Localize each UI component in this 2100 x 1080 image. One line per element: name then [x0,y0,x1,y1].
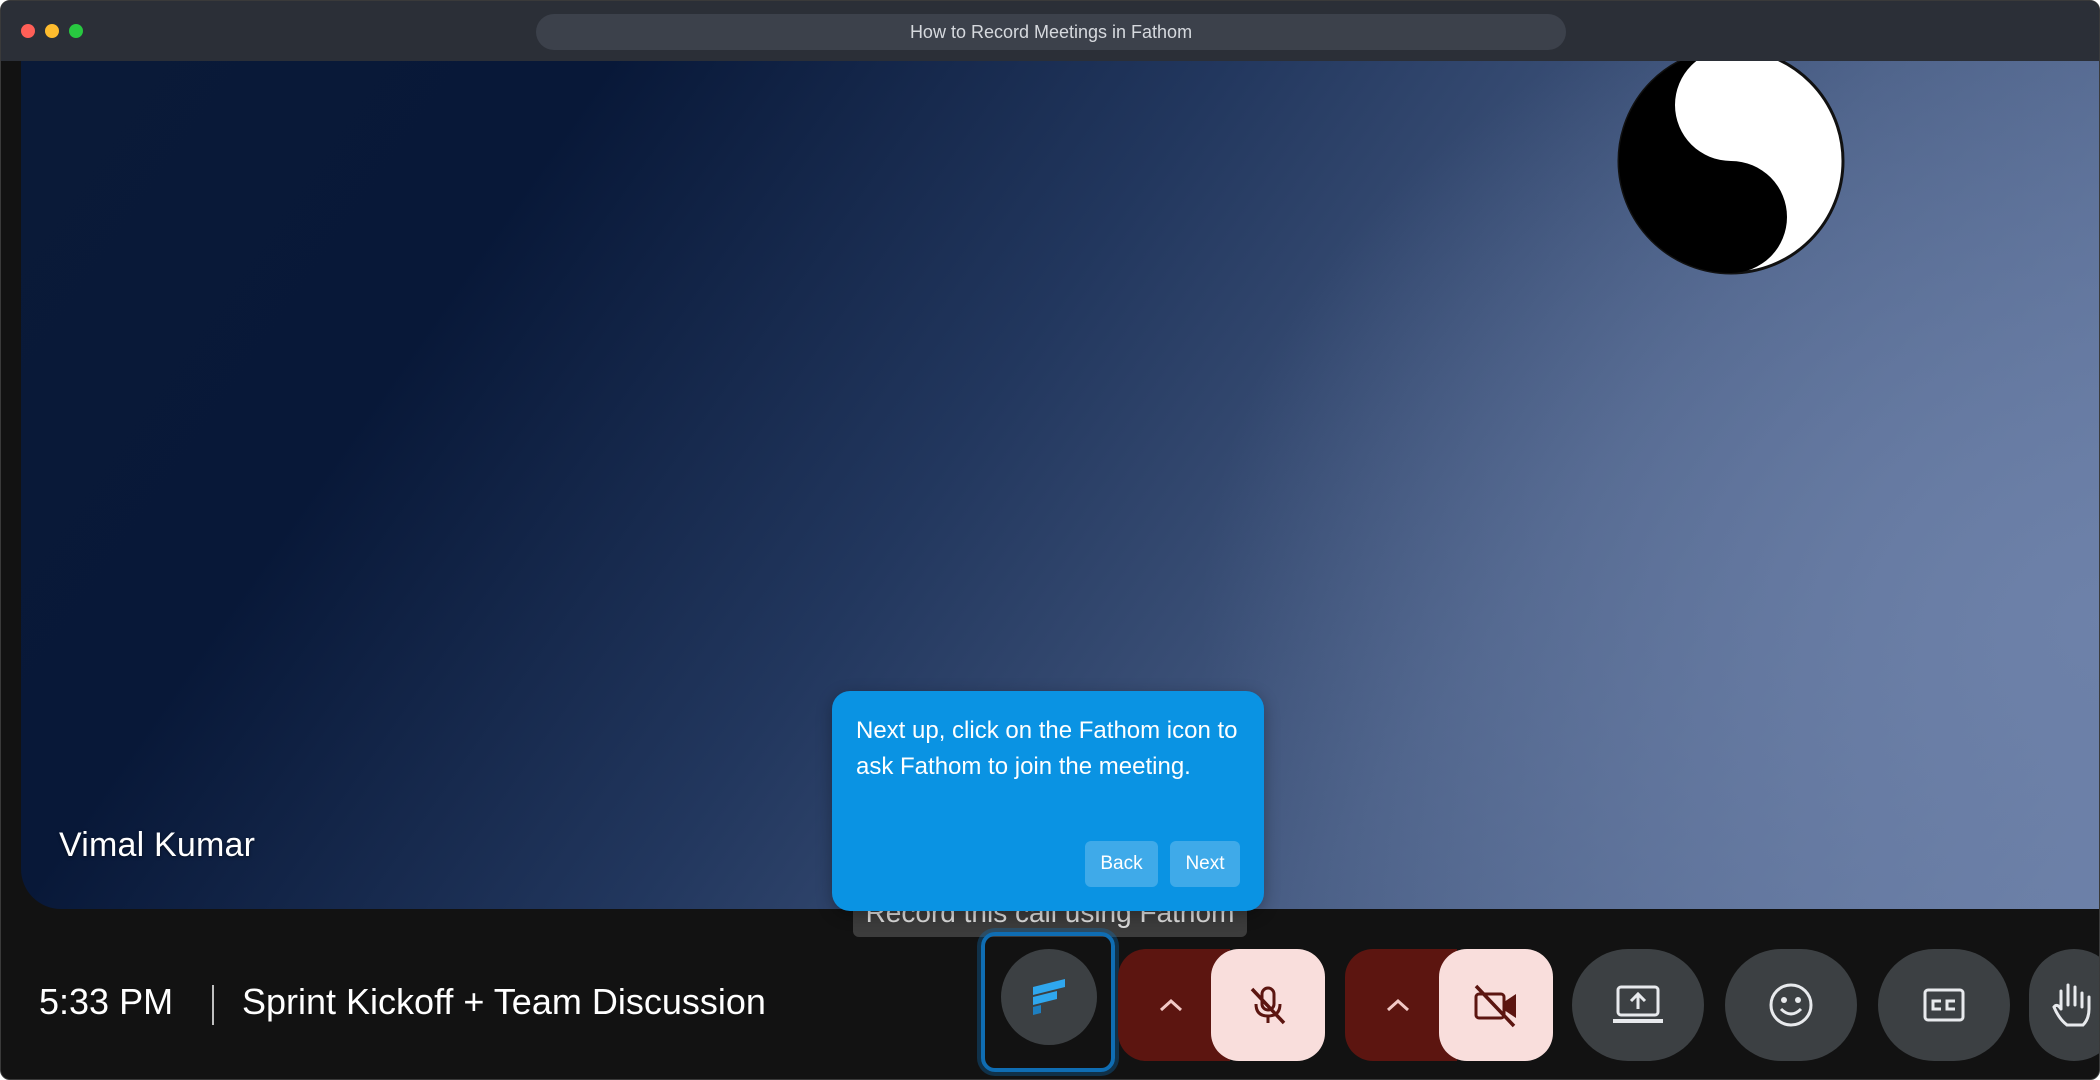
participant-name: Vimal Kumar [59,826,256,864]
mic-off-icon [1250,986,1286,1025]
window-title: How to Record Meetings in Fathom [536,14,1566,50]
captions-icon [1923,988,1965,1022]
raise-hand-icon [2052,983,2091,1027]
emoji-icon [1769,983,1813,1027]
divider [212,985,214,1025]
minimize-window-button[interactable] [45,24,59,38]
close-window-button[interactable] [21,24,35,38]
tour-message: Next up, click on the Fathom icon to ask… [856,717,1238,780]
tour-popover: Next up, click on the Fathom icon to ask… [832,691,1264,911]
meeting-controls-bar: 5:33 PM Sprint Kickoff + Team Discussion [1,909,2099,1079]
next-button[interactable]: Next [1170,841,1240,887]
reactions-button[interactable] [1725,949,1857,1061]
raise-hand-button[interactable] [2029,949,2099,1061]
microphone-toggle-button[interactable] [1211,949,1325,1061]
zoom-window-button[interactable] [69,24,83,38]
title-bar: How to Record Meetings in Fathom [1,1,2099,61]
meeting-title: Sprint Kickoff + Team Discussion [242,981,766,1022]
yin-yang-avatar-icon [1617,61,1845,275]
chevron-up-icon [1386,998,1410,1012]
camera-off-icon [1474,984,1516,1028]
present-screen-icon [1613,985,1663,1023]
app-window: How to Record Meetings in Fathom Vimal K… [0,0,2100,1080]
present-screen-button[interactable] [1572,949,1704,1061]
fathom-icon [1033,979,1065,1015]
meeting-time: 5:33 PM [39,981,174,1022]
back-button[interactable]: Back [1085,841,1158,887]
captions-button[interactable] [1878,949,2010,1061]
chevron-up-icon [1159,998,1183,1012]
camera-toggle-button[interactable] [1439,949,1553,1061]
fathom-button[interactable] [1001,949,1097,1045]
